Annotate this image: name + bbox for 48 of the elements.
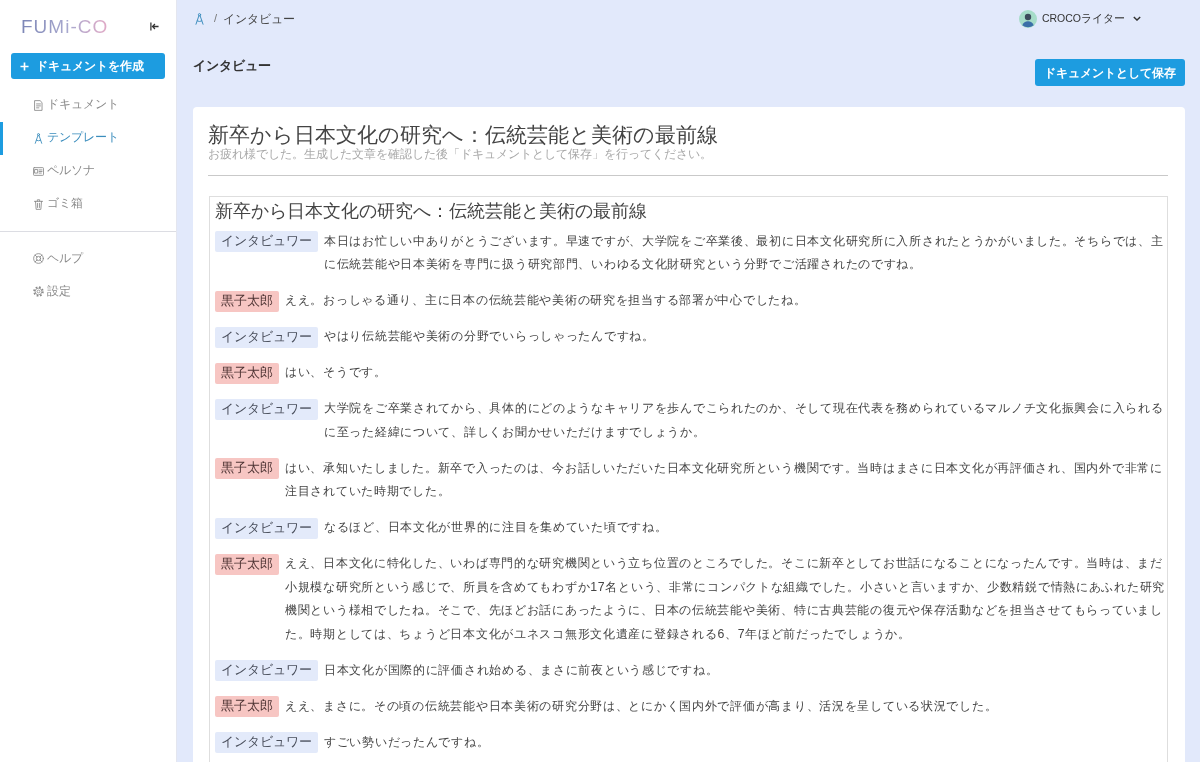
utterance-text: 大学院をご卒業されてから、具体的にどのようなキャリアを歩んでこられたのか、そして現在代表を務められているマルノチ文化振興会に入られるに至った経緯について、詳しくお聞かせいただけますでしょうか。 bbox=[324, 400, 1165, 441]
notice-text: お疲れ様でした。生成した文章を確認した後「ドキュメントとして保存」を行ってください。 bbox=[208, 147, 713, 161]
document-icon bbox=[33, 99, 44, 111]
speaker-label: インタビュワー bbox=[215, 398, 318, 420]
trash-icon bbox=[33, 198, 44, 210]
speaker-label: インタビュワー bbox=[215, 231, 318, 252]
id-card-icon bbox=[33, 165, 44, 177]
utterance-text: ええ、日本文化に特化した、いわば専門的な研究機関という立ち位置のところでした。そこに新卒としてお世話になることになったんです。当時は、まだ小規模な研究所という感じで、所員を含めてもわずか17名という、非常にコンパクトな組織でした。小さいと言いますか、少数精鋭で情熱にあふれた研究機関という様相でしたね。そこで、先ほどお話にあったように、日本の伝統芸能や美術、特に古典芸能の復元や保存活動などを担当させてもらっていました。時期としては、ちょうど日本文化がユネスコ無形文化遺産に登録される6、7年ほど前だったでしょうか。 bbox=[285, 555, 1166, 643]
utterance-text: 日本文化が国際的に評価され始める、まさに前夜という感じですね。 bbox=[324, 661, 719, 679]
document-title: 新卒から日本文化の研究へ：伝統芸能と美術の最前線 bbox=[208, 122, 719, 148]
chevron-down-icon bbox=[1133, 16, 1141, 21]
save-as-document-button[interactable]: ドキュメントとして保存 bbox=[1035, 59, 1185, 86]
speaker-label: 黒子太郎 bbox=[215, 290, 279, 312]
lifebuoy-icon bbox=[33, 253, 44, 264]
plus-icon bbox=[20, 61, 29, 71]
utterance-text: ええ、まさに。その頃の伝統芸能や日本美術の研究分野は、とにかく国内外で評価が高まり、活況を呈している状況でした。 bbox=[285, 697, 998, 715]
logo[interactable]: FUMi-CO bbox=[21, 17, 109, 36]
transcript-title: 新卒から日本文化の研究へ：伝統芸能と美術の最前線 bbox=[215, 200, 648, 222]
breadcrumb-current: インタビュー bbox=[223, 10, 296, 28]
speaker-label: 黒子太郎 bbox=[215, 696, 279, 717]
utterance-text: すごい勢いだったんですね。 bbox=[324, 733, 490, 751]
utterance-text: ええ。おっしゃる通り、主に日本の伝統芸能や美術の研究を担当する部署が中心でしたね。 bbox=[285, 292, 807, 309]
create-document-button[interactable]: ドキュメントを作成 bbox=[11, 53, 165, 79]
bar-arrow-left-icon[interactable] bbox=[150, 22, 159, 31]
utterance-text: はい、そうです。 bbox=[285, 364, 387, 381]
page-title: インタビュー bbox=[193, 57, 271, 75]
utterance-text: はい、承知いたしました。新卒で入ったのは、今お話しいただいた日本文化研究所という機関です。当時はまさに日本文化が再評価され、国内外で非常に注目されていた時期でした。 bbox=[285, 459, 1164, 500]
nav-item[interactable]: ヘルプ bbox=[0, 242, 176, 275]
breadcrumb-separator: / bbox=[214, 11, 218, 27]
compass-icon bbox=[33, 132, 44, 144]
utterance-text: やはり伝統芸能や美術の分野でいらっしゃったんですね。 bbox=[324, 328, 655, 345]
speaker-label: インタビュワー bbox=[215, 517, 318, 539]
nav-item[interactable]: ゴミ箱 bbox=[0, 187, 176, 221]
utterance-text: なるほど、日本文化が世界的に注目を集めていた頃ですね。 bbox=[324, 519, 668, 536]
compass-icon[interactable] bbox=[195, 12, 204, 25]
speaker-label: インタビュワー bbox=[215, 660, 318, 681]
avatar-icon bbox=[1018, 9, 1037, 28]
speaker-label: 黒子太郎 bbox=[215, 553, 279, 575]
nav-item[interactable]: ペルソナ bbox=[0, 154, 176, 188]
speaker-label: インタビュワー bbox=[215, 326, 318, 348]
nav-item[interactable]: ドキュメント bbox=[0, 88, 176, 122]
speaker-label: 黒子太郎 bbox=[215, 362, 279, 384]
user-menu-button[interactable]: CROCOライター bbox=[1018, 9, 1141, 28]
settings-icon bbox=[33, 286, 44, 297]
speaker-label: 黒子太郎 bbox=[215, 458, 279, 479]
utterance-text: 本日はお忙しい中ありがとうございます。早速ですが、大学院をご卒業後、最初に日本文化研究所に入所されたとうかがいました。そちらでは、主に伝統芸能や日本美術を専門に扱う研究部門、いわゆる文化財研究という分野でご活躍されたのですね。 bbox=[324, 232, 1165, 273]
speaker-label: インタビュワー bbox=[215, 732, 318, 753]
nav-item[interactable]: 設定 bbox=[0, 275, 176, 308]
